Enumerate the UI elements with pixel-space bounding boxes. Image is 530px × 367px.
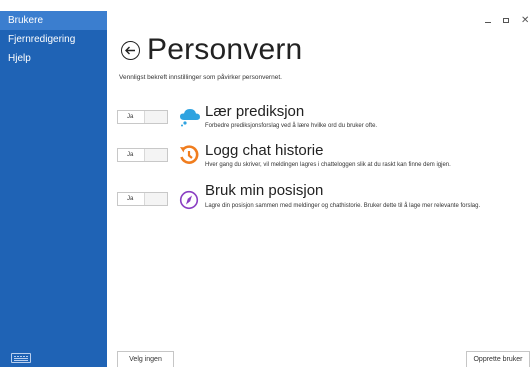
select-none-button[interactable]: Velg ingen [117, 351, 174, 367]
setting-title: Lær prediksjon [205, 103, 305, 120]
toggle-label: Ja [127, 114, 134, 120]
sidebar-item-hjelp[interactable]: Hjelp [0, 49, 107, 68]
setting-description: Hver gang du skriver, vil meldingen lagr… [205, 162, 451, 168]
create-user-button[interactable]: Opprette bruker [466, 351, 530, 367]
setting-description: Forbedre prediksjonsforslag ved å lære h… [205, 123, 378, 129]
sidebar-item-label: Hjelp [8, 53, 31, 64]
setting-title: Logg chat historie [205, 142, 324, 159]
toggle-label: Ja [127, 152, 134, 158]
history-icon [179, 145, 199, 165]
sidebar-item-label: Brukere [8, 15, 44, 26]
toggle-switch [144, 111, 167, 123]
toggle-label: Ja [127, 196, 134, 202]
page-title: Personvern [147, 33, 303, 66]
toggle-laer-prediksjon[interactable]: Ja [117, 110, 168, 124]
compass-icon [179, 190, 199, 210]
sidebar-item-fjernredigering[interactable]: Fjernredigering [0, 30, 107, 49]
toggle-switch [144, 193, 167, 205]
setting-description: Lagre din posisjon sammen med meldinger … [205, 203, 481, 209]
maximize-icon[interactable] [503, 18, 509, 23]
toggle-switch [144, 149, 167, 161]
minimize-icon[interactable] [485, 22, 491, 23]
back-arrow-icon[interactable] [121, 41, 140, 60]
close-icon[interactable]: ✕ [521, 15, 529, 26]
keyboard-icon[interactable] [11, 353, 31, 363]
setting-title: Bruk min posisjon [205, 182, 324, 199]
toggle-bruk-min-posisjon[interactable]: Ja [117, 192, 168, 206]
toggle-logg-chat-historie[interactable]: Ja [117, 148, 168, 162]
page-subtitle: Vennligst bekreft innstillinger som påvi… [119, 74, 282, 81]
sidebar: Brukere Fjernredigering Hjelp [0, 11, 107, 367]
sidebar-item-brukere[interactable]: Brukere [0, 11, 107, 30]
cloud-icon [179, 107, 200, 127]
sidebar-item-label: Fjernredigering [8, 34, 76, 45]
